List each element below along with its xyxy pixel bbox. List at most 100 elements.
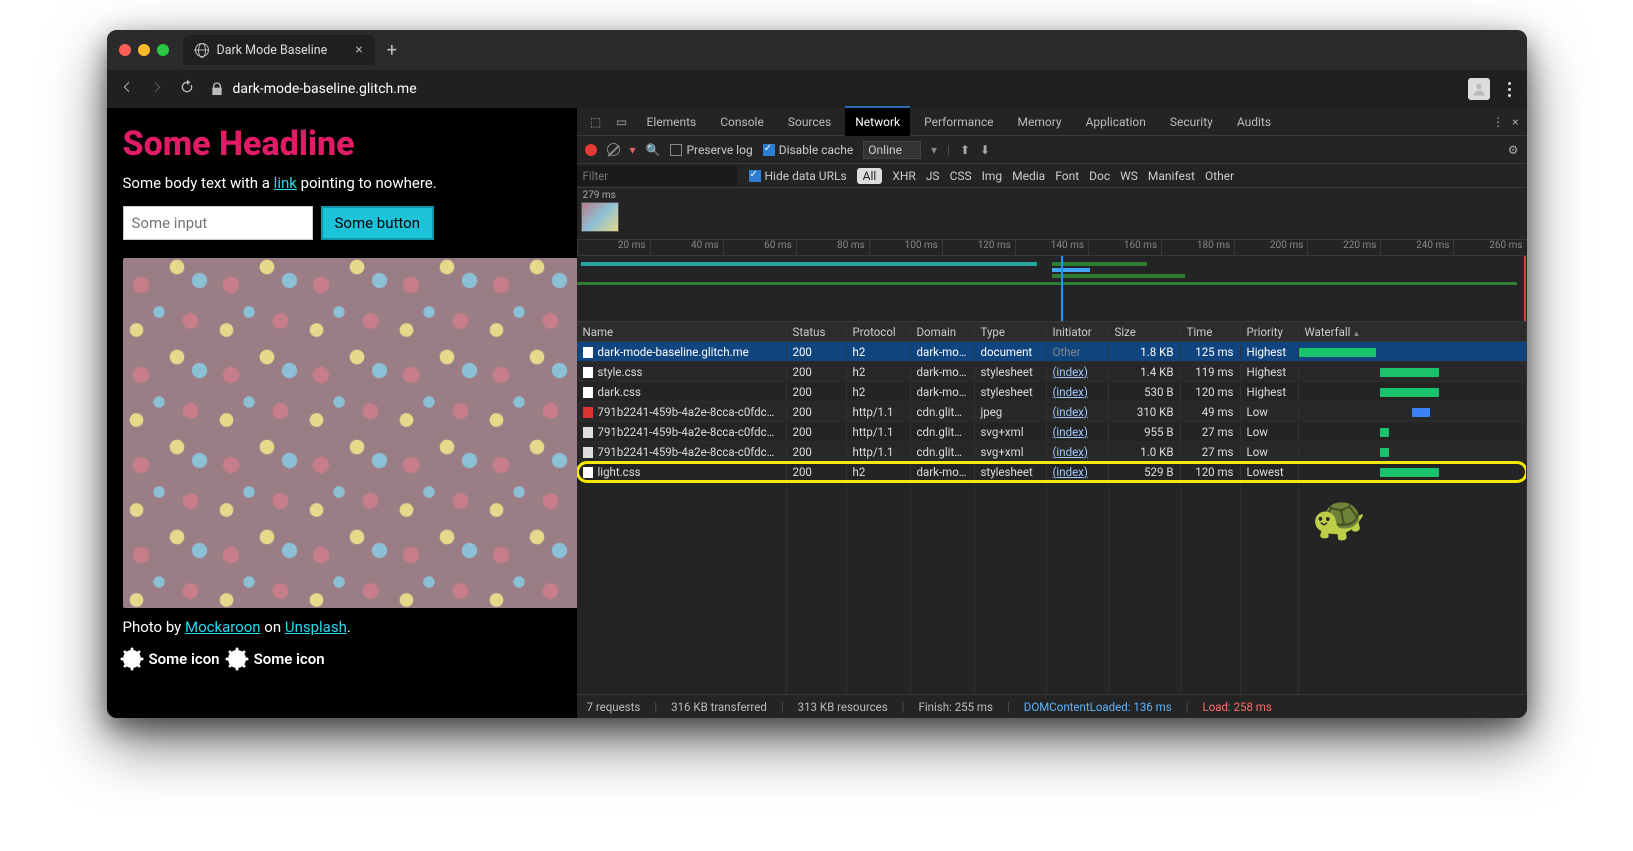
browser-menu-button[interactable] (1504, 82, 1515, 97)
timeline-ruler: 20 ms40 ms60 ms80 ms100 ms120 ms140 ms16… (577, 240, 1527, 256)
load-marker (1524, 256, 1526, 321)
globe-icon (195, 43, 209, 57)
minimize-window-button[interactable] (138, 44, 150, 56)
reload-button[interactable] (179, 79, 195, 99)
close-window-button[interactable] (119, 44, 131, 56)
profile-icon[interactable] (1468, 78, 1490, 100)
table-header[interactable]: NameStatusProtocolDomainTypeInitiatorSiz… (577, 322, 1527, 342)
column-status[interactable]: Status (787, 325, 847, 339)
maximize-window-button[interactable] (157, 44, 169, 56)
devtools-panel: ⬚ ▭ ElementsConsoleSourcesNetworkPerform… (577, 108, 1527, 718)
devtools-tab-sources[interactable]: Sources (778, 108, 841, 136)
address-bar: dark-mode-baseline.glitch.me (107, 70, 1527, 108)
column-size[interactable]: Size (1109, 325, 1181, 339)
throttling-select[interactable]: Online (863, 141, 921, 159)
upload-har-icon[interactable]: ⬆ (960, 143, 970, 157)
filter-type-js[interactable]: JS (926, 169, 940, 183)
column-domain[interactable]: Domain (911, 325, 975, 339)
column-type[interactable]: Type (975, 325, 1047, 339)
back-button[interactable] (119, 79, 135, 99)
filter-type-doc[interactable]: Doc (1089, 169, 1110, 183)
column-priority[interactable]: Priority (1241, 325, 1299, 339)
record-button[interactable] (585, 144, 597, 156)
network-table: NameStatusProtocolDomainTypeInitiatorSiz… (577, 322, 1527, 694)
table-row[interactable]: light.css200h2dark-mo…stylesheet(index)5… (577, 462, 1527, 482)
status-resources: 313 KB resources (798, 700, 888, 714)
new-tab-button[interactable]: + (387, 40, 397, 61)
table-row[interactable]: style.css200h2dark-mo…stylesheet(index)1… (577, 362, 1527, 382)
lightbulb-icon (123, 650, 141, 668)
browser-tab[interactable]: Dark Mode Baseline × (183, 35, 375, 65)
filter-type-img[interactable]: Img (982, 169, 1003, 183)
sample-button[interactable]: Some button (321, 206, 435, 240)
timeline-bars[interactable] (577, 256, 1527, 322)
page-body: Some body text with a link pointing to n… (123, 174, 561, 192)
turtle-emoji: 🐢 (1312, 492, 1367, 544)
inspect-element-icon[interactable]: ⬚ (585, 115, 607, 129)
network-settings-icon[interactable]: ⚙ (1508, 143, 1519, 157)
column-waterfall[interactable]: Waterfall (1299, 325, 1527, 339)
filter-input[interactable] (577, 166, 737, 186)
filter-type-xhr[interactable]: XHR (892, 169, 915, 183)
clear-button[interactable] (607, 143, 620, 156)
devtools-tab-audits[interactable]: Audits (1227, 108, 1281, 136)
column-protocol[interactable]: Protocol (847, 325, 911, 339)
sample-input[interactable] (123, 206, 313, 240)
table-row[interactable]: 791b2241-459b-4a2e-8cca-c0fdc2…200http/1… (577, 402, 1527, 422)
download-har-icon[interactable]: ⬇ (980, 143, 990, 157)
body-link[interactable]: link (274, 174, 297, 192)
screenshot-thumbnail[interactable] (581, 202, 619, 232)
status-transferred: 316 KB transferred (671, 700, 767, 714)
devtools-tab-network[interactable]: Network (845, 106, 910, 136)
network-statusbar: 7 requests| 316 KB transferred| 313 KB r… (577, 694, 1527, 718)
disable-cache-checkbox[interactable]: Disable cache (763, 143, 854, 157)
hide-data-urls-checkbox[interactable]: Hide data URLs (749, 169, 847, 183)
device-toolbar-icon[interactable]: ▭ (611, 115, 633, 129)
column-name[interactable]: Name (577, 325, 787, 339)
devtools-tab-performance[interactable]: Performance (914, 108, 1003, 136)
filter-type-css[interactable]: CSS (950, 169, 972, 183)
devtools-tabstrip: ⬚ ▭ ElementsConsoleSourcesNetworkPerform… (577, 108, 1527, 136)
site-link[interactable]: Unsplash (285, 618, 347, 636)
column-initiator[interactable]: Initiator (1047, 325, 1109, 339)
devtools-tab-application[interactable]: Application (1076, 108, 1156, 136)
table-row[interactable]: 791b2241-459b-4a2e-8cca-c0fdc2…200http/1… (577, 422, 1527, 442)
devtools-close-icon[interactable]: × (1512, 115, 1518, 129)
overview-duration: 279 ms (583, 190, 616, 201)
filter-toggle-icon[interactable]: ▾ (630, 143, 636, 157)
devtools-tab-security[interactable]: Security (1160, 108, 1223, 136)
lightbulb-icon (228, 650, 246, 668)
url-display[interactable]: dark-mode-baseline.glitch.me (209, 81, 417, 97)
author-link[interactable]: Mockaroon (185, 618, 261, 636)
table-row[interactable]: 791b2241-459b-4a2e-8cca-c0fdc2…200http/1… (577, 442, 1527, 462)
network-toolbar: ▾ 🔍 Preserve log Disable cache Online ▾ … (577, 136, 1527, 164)
close-tab-icon[interactable]: × (355, 42, 362, 58)
network-overview[interactable]: 279 ms (577, 188, 1527, 240)
browser-window: Dark Mode Baseline × + dark-mode-baselin… (107, 30, 1527, 718)
traffic-lights (119, 44, 169, 56)
forward-button[interactable] (149, 79, 165, 99)
devtools-menu-icon[interactable]: ⋮ (1492, 115, 1504, 129)
devtools-tab-memory[interactable]: Memory (1008, 108, 1072, 136)
filter-type-manifest[interactable]: Manifest (1148, 169, 1195, 183)
column-time[interactable]: Time (1181, 325, 1241, 339)
table-row[interactable]: dark.css200h2dark-mo…stylesheet(index)53… (577, 382, 1527, 402)
rendered-page: Some Headline Some body text with a link… (107, 108, 577, 718)
tab-title: Dark Mode Baseline (217, 43, 328, 58)
filter-type-media[interactable]: Media (1012, 169, 1045, 183)
status-load: Load: 258 ms (1202, 700, 1271, 714)
table-row[interactable]: dark-mode-baseline.glitch.me200h2dark-mo… (577, 342, 1527, 362)
filter-type-ws[interactable]: WS (1120, 169, 1138, 183)
search-icon[interactable]: 🔍 (646, 143, 661, 157)
status-finish: Finish: 255 ms (918, 700, 992, 714)
page-headline: Some Headline (123, 124, 561, 164)
filter-type-other[interactable]: Other (1205, 169, 1234, 183)
devtools-tab-console[interactable]: Console (710, 108, 774, 136)
devtools-tab-elements[interactable]: Elements (637, 108, 707, 136)
image-caption: Photo by Mockaroon on Unsplash. (123, 618, 561, 636)
filter-type-font[interactable]: Font (1055, 169, 1079, 183)
filter-type-all[interactable]: All (857, 168, 883, 184)
preserve-log-checkbox[interactable]: Preserve log (670, 143, 752, 157)
hero-image (123, 258, 583, 608)
lock-icon (209, 81, 225, 97)
